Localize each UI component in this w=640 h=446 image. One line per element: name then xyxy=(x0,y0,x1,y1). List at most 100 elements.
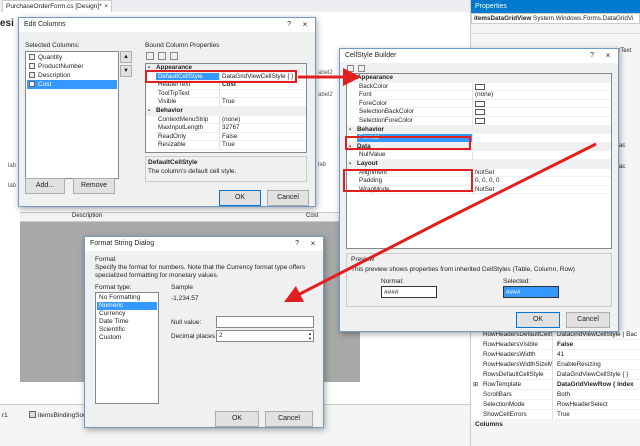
cancel-button[interactable]: Cancel xyxy=(267,190,309,206)
property-row[interactable]: ToolTipText xyxy=(146,89,306,99)
tray-item-binding-source[interactable]: itemsBindingSour xyxy=(38,412,89,419)
property-value: NotSet xyxy=(473,186,611,195)
property-value: 0, 0, 0, 0 xyxy=(473,177,611,186)
property-name: ForeColor xyxy=(357,99,473,109)
list-item[interactable]: Quantity xyxy=(27,53,117,62)
color-swatch-icon[interactable] xyxy=(475,100,485,107)
list-item[interactable]: Description xyxy=(27,71,117,80)
description-title: DefaultCellStyle xyxy=(148,159,198,166)
property-value: (none) xyxy=(473,91,611,100)
null-value-label: Null value: xyxy=(171,319,202,326)
list-item[interactable]: Numeric xyxy=(97,302,157,310)
cancel-button[interactable]: Cancel xyxy=(566,312,610,328)
color-swatch-icon[interactable] xyxy=(475,109,485,116)
property-value xyxy=(473,83,611,92)
property-row[interactable]: ForeColor xyxy=(347,99,611,109)
remove-button[interactable]: Remove xyxy=(73,178,115,194)
dialog-title: CellStyle Builder xyxy=(345,52,397,59)
categorized-icon[interactable] xyxy=(146,52,154,60)
close-icon[interactable]: × xyxy=(303,237,323,251)
designer-label: abel2 xyxy=(318,70,333,76)
move-up-button[interactable]: ▲ xyxy=(120,51,132,63)
list-item[interactable]: Cost xyxy=(27,80,117,89)
move-down-button[interactable]: ▼ xyxy=(120,65,132,77)
property-row[interactable]: Resizable True xyxy=(146,141,306,150)
property-row[interactable]: ScrollBars Both xyxy=(471,390,640,400)
property-row[interactable]: Visible True xyxy=(146,98,306,107)
property-value xyxy=(473,108,611,117)
property-row[interactable]: SelectionForeColor xyxy=(347,116,611,126)
selected-preview-cell: #### xyxy=(503,286,559,298)
list-item[interactable]: ProductNumber xyxy=(27,62,117,71)
dialog-title: Format String Dialog xyxy=(90,240,155,247)
preview-description: This preview shows properties from inher… xyxy=(351,266,575,273)
property-row[interactable]: ReadOnly False xyxy=(146,132,306,142)
add-button[interactable]: Add... xyxy=(25,178,65,194)
property-row[interactable]: RowHeadersWidthSizeMod EnableResizing xyxy=(471,360,640,370)
property-row[interactable]: SelectionMode RowHeaderSelect xyxy=(471,400,640,410)
cellstyle-property-grid[interactable]: AppearanceBackColorFont(none)ForeColorSe… xyxy=(346,73,612,249)
help-icon[interactable]: ? xyxy=(295,237,299,251)
selected-columns-list[interactable]: Quantity ProductNumber Description Cost xyxy=(25,51,119,179)
list-item[interactable]: Custom xyxy=(97,334,157,342)
property-row[interactable]: ShowCellErrors True xyxy=(471,410,640,420)
property-value: True xyxy=(555,410,640,420)
format-title-bar: Format String Dialog ? × xyxy=(85,237,323,251)
selected-columns-label: Selected Columns: xyxy=(25,42,80,49)
designer-label: lab xyxy=(318,162,327,168)
property-name: NullValue xyxy=(357,151,473,160)
wrench-icon[interactable] xyxy=(169,52,178,60)
property-row[interactable]: ContextMenuStrip (none) xyxy=(146,115,306,125)
close-icon[interactable]: × xyxy=(295,18,315,32)
property-row[interactable]: ⊞ RowTemplate DataGridViewRow { Index xyxy=(471,380,640,390)
format-type-list[interactable]: No Formatting Numeric Currency Date Time Sci… xyxy=(95,292,159,404)
designer-label: lab xyxy=(8,183,17,189)
alphabetical-icon[interactable] xyxy=(357,65,365,72)
list-item[interactable]: No Formatting xyxy=(97,294,157,302)
properties-grid[interactable]: RowHeadersDefaultCellSt DataGridViewCellS… xyxy=(471,330,640,420)
binding-source-icon xyxy=(29,411,36,418)
list-item[interactable]: Currency xyxy=(97,310,157,318)
ok-button[interactable]: OK xyxy=(516,312,560,328)
decimal-places-label: Decimal places xyxy=(171,333,216,340)
ok-button[interactable]: OK xyxy=(215,411,259,427)
property-row[interactable]: NullValue xyxy=(347,151,611,160)
null-value-input[interactable] xyxy=(216,316,314,328)
property-name: ShowCellErrors xyxy=(481,410,553,420)
expand-icon[interactable]: ⊞ xyxy=(473,380,478,390)
property-category[interactable]: Layout xyxy=(347,159,611,169)
property-row[interactable]: MaxInputLength 32767 xyxy=(146,124,306,133)
property-row[interactable]: RowHeadersVisible False xyxy=(471,340,640,350)
alphabetical-icon[interactable] xyxy=(157,52,166,60)
property-row[interactable]: RowHeadersWidth 41 xyxy=(471,350,640,360)
cancel-button[interactable]: Cancel xyxy=(265,411,313,427)
color-swatch-icon[interactable] xyxy=(475,117,485,124)
list-item[interactable]: Scientific xyxy=(97,326,157,334)
list-item[interactable]: Date Time xyxy=(97,318,157,326)
list-item-label: Cost xyxy=(38,81,52,88)
help-icon[interactable]: ? xyxy=(590,49,594,63)
ok-button[interactable]: OK xyxy=(219,190,261,206)
property-category[interactable]: Appearance xyxy=(347,74,611,83)
property-row[interactable]: SelectionBackColor xyxy=(347,108,611,117)
stepper-arrows-icon[interactable]: ▲ ▼ xyxy=(308,331,312,341)
format-type-label: Format type: xyxy=(95,284,132,291)
property-category[interactable]: Behavior xyxy=(347,125,611,135)
property-row[interactable]: Font (none) xyxy=(347,91,611,100)
help-icon[interactable]: ? xyxy=(287,18,291,32)
document-tab[interactable]: PurchaseOrderForm.cs [Design]* × xyxy=(2,0,112,12)
properties-object-selector[interactable]: itemsDataGridView System.Windows.Forms.D… xyxy=(471,13,640,24)
property-value: (none) xyxy=(220,116,306,125)
property-row[interactable]: RowsDefaultCellStyle DataGridViewCellStyl… xyxy=(471,370,640,380)
property-name: RowsDefaultCellStyle xyxy=(481,370,553,380)
categorized-icon[interactable] xyxy=(347,65,354,72)
property-row[interactable]: BackColor xyxy=(347,82,611,92)
decimal-places-stepper[interactable]: 2 ▲ ▼ xyxy=(216,330,314,342)
property-name: RowHeadersVisible xyxy=(481,340,553,350)
close-icon[interactable]: × xyxy=(104,1,108,12)
color-swatch-icon[interactable] xyxy=(475,83,485,90)
property-name: RowHeadersWidthSizeMod xyxy=(481,360,553,370)
property-category[interactable]: Behavior xyxy=(146,106,306,116)
cellstyle-title-bar: CellStyle Builder ? × xyxy=(340,49,618,63)
close-icon[interactable]: × xyxy=(598,49,618,63)
